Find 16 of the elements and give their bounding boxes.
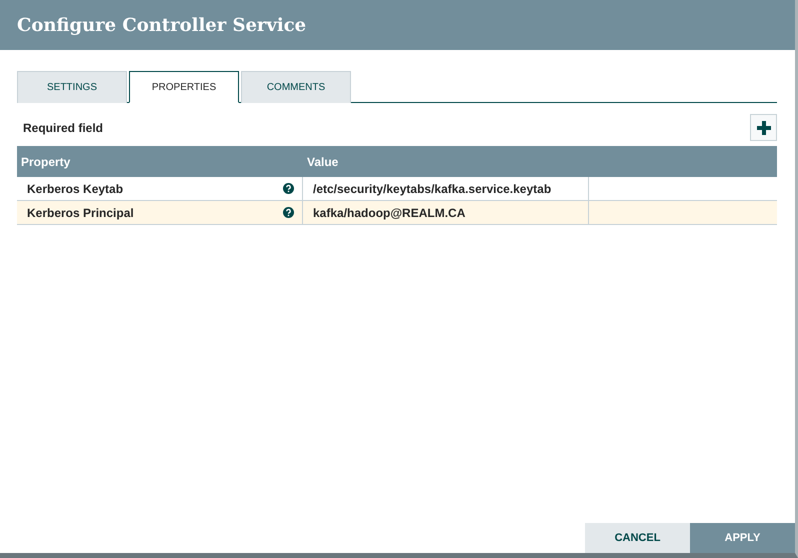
tab[interactable]: COMMENTS <box>241 71 351 103</box>
property-cell[interactable]: Kerberos Principal <box>17 201 303 225</box>
required-field-label: Required field <box>22 120 104 134</box>
value-cell[interactable]: kafka/hadoop@REALM.CA <box>303 201 589 225</box>
help-icon[interactable] <box>283 183 294 194</box>
tab[interactable]: PROPERTIES <box>129 71 239 103</box>
cancel-button[interactable]: CANCEL <box>585 523 690 553</box>
help-icon[interactable] <box>283 207 294 218</box>
column-header: Property <box>17 146 303 177</box>
add-property-button[interactable] <box>750 114 777 141</box>
column-header: Value <box>303 146 589 177</box>
tab[interactable]: SETTINGS <box>17 71 127 103</box>
value-cell[interactable]: /etc/security/keytabs/kafka.service.keytab <box>303 177 589 201</box>
property-cell[interactable]: Kerberos Keytab <box>17 177 303 201</box>
dialog-title: Configure Controller Service <box>17 14 306 36</box>
plus-icon <box>756 120 770 134</box>
